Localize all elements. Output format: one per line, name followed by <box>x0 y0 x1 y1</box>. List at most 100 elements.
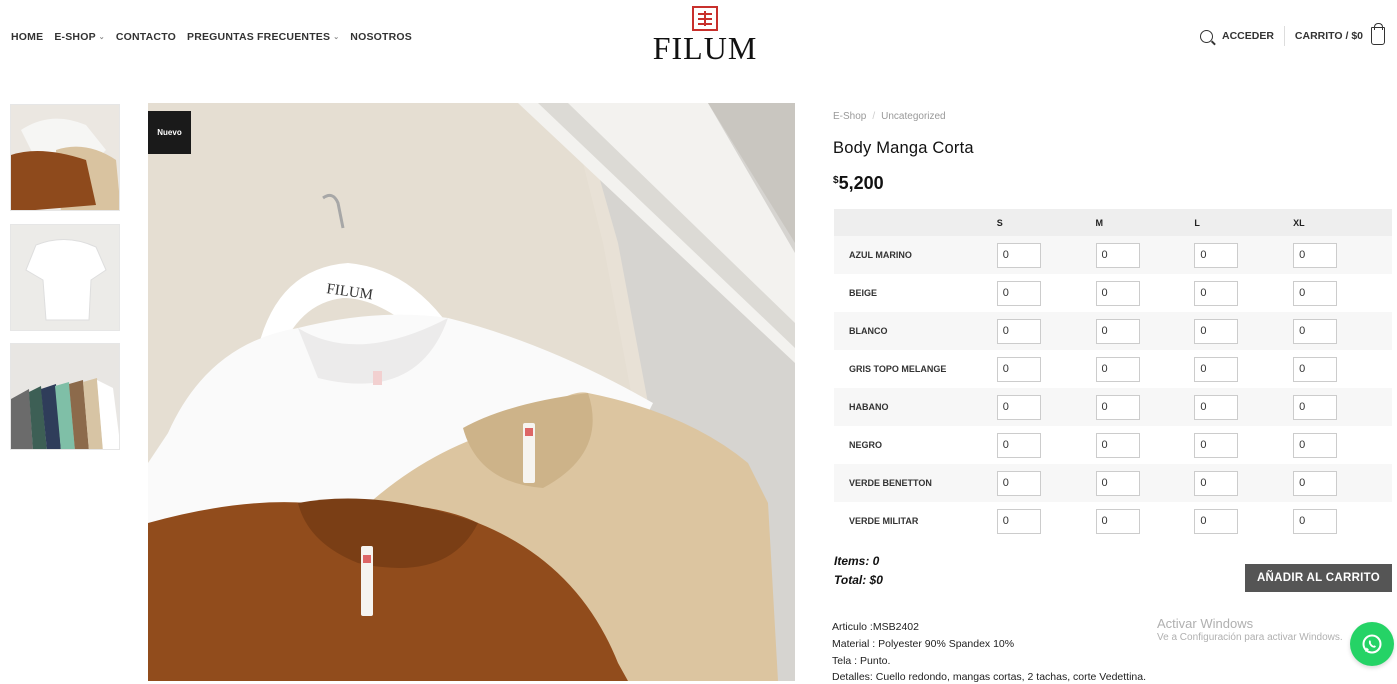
add-to-cart-button[interactable]: AÑADIR AL CARRITO <box>1245 564 1392 592</box>
qty-cell <box>996 502 1096 540</box>
detail-line: Detalles: Cuello redondo, mangas cortas,… <box>832 671 1147 684</box>
variation-row: BLANCO <box>834 312 1392 350</box>
color-label: HABANO <box>834 388 997 426</box>
nav-label: E-SHOP <box>54 31 96 43</box>
grid-header-row: S M L XL <box>834 209 1392 236</box>
qty-cell <box>1095 350 1195 388</box>
product-details: Articulo :MSB2402 Material : Polyester 9… <box>832 619 1146 684</box>
quantity-input[interactable] <box>1095 318 1140 344</box>
product-thumbnail-1[interactable] <box>10 104 120 211</box>
windows-activation-watermark: Activar Windows Ve a Configuración para … <box>1157 616 1343 643</box>
quantity-input[interactable] <box>1095 242 1140 268</box>
quantity-input[interactable] <box>1095 280 1140 306</box>
qty-cell <box>1194 388 1294 426</box>
qty-cell <box>1293 350 1392 388</box>
product-thumbnail-3[interactable] <box>10 343 120 450</box>
quantity-input[interactable] <box>1194 470 1239 496</box>
quantity-input[interactable] <box>1194 318 1239 344</box>
qty-cell <box>1194 426 1294 464</box>
quantity-input[interactable] <box>1194 356 1239 382</box>
nav-label: NOSOTROS <box>350 31 412 43</box>
quantity-input[interactable] <box>996 356 1041 382</box>
qty-cell <box>1095 464 1195 502</box>
quantity-input[interactable] <box>1095 432 1140 458</box>
quantity-input[interactable] <box>1095 470 1140 496</box>
color-label: VERDE BENETTON <box>834 464 997 502</box>
breadcrumb: E-Shop / Uncategorized <box>833 111 946 122</box>
size-header: L <box>1194 209 1294 236</box>
quantity-input[interactable] <box>996 318 1041 344</box>
qty-cell <box>996 426 1096 464</box>
variation-row: GRIS TOPO MELANGE <box>834 350 1392 388</box>
quantity-input[interactable] <box>996 394 1041 420</box>
product-main-image[interactable]: FILUM <box>148 103 795 681</box>
qty-cell <box>1095 502 1195 540</box>
logo-text: FILUM <box>652 30 758 66</box>
quantity-input[interactable] <box>1293 318 1338 344</box>
qty-cell <box>1194 464 1294 502</box>
quantity-input[interactable] <box>1293 356 1338 382</box>
quantity-input[interactable] <box>1293 508 1338 534</box>
quantity-input[interactable] <box>1194 394 1239 420</box>
variation-row: AZUL MARINO <box>834 236 1392 274</box>
qty-cell <box>1194 312 1294 350</box>
nav-label: HOME <box>11 31 44 43</box>
qty-cell <box>1095 274 1195 312</box>
quantity-input[interactable] <box>996 470 1041 496</box>
breadcrumb-eshop[interactable]: E-Shop <box>833 111 866 122</box>
thumbnail-image <box>11 105 119 210</box>
qty-cell <box>1095 426 1195 464</box>
color-label: VERDE MILITAR <box>834 502 997 540</box>
quantity-input[interactable] <box>1095 394 1140 420</box>
color-label: BEIGE <box>834 274 997 312</box>
currency-symbol: $ <box>833 175 839 186</box>
qty-cell <box>1095 388 1195 426</box>
qty-cell <box>996 388 1096 426</box>
chevron-down-icon: ⌄ <box>333 34 340 41</box>
search-icon[interactable] <box>1200 29 1213 43</box>
product-thumbnail-2[interactable] <box>10 224 120 331</box>
shopping-bag-icon[interactable] <box>1371 23 1385 45</box>
qty-cell <box>996 236 1096 274</box>
quantity-input[interactable] <box>1293 394 1338 420</box>
variation-row: HABANO <box>834 388 1392 426</box>
quantity-input[interactable] <box>1095 356 1140 382</box>
grid-body: AZUL MARINOBEIGEBLANCOGRIS TOPO MELANGEH… <box>834 236 1392 540</box>
quantity-input[interactable] <box>1293 470 1338 496</box>
thumbnail-image <box>11 344 119 449</box>
quantity-input[interactable] <box>1194 242 1239 268</box>
quantity-input[interactable] <box>1095 508 1140 534</box>
quantity-input[interactable] <box>1293 280 1338 306</box>
nav-home[interactable]: HOME <box>11 31 43 43</box>
whatsapp-button[interactable] <box>1350 622 1394 666</box>
quantity-input[interactable] <box>1194 508 1239 534</box>
cart-link[interactable]: CARRITO / $0 <box>1295 30 1363 42</box>
quantity-input[interactable] <box>1194 280 1239 306</box>
quantity-input[interactable] <box>1194 432 1239 458</box>
qty-cell <box>1293 274 1392 312</box>
site-logo[interactable]: FILUM <box>652 6 758 65</box>
qty-cell <box>1194 502 1294 540</box>
quantity-input[interactable] <box>1293 432 1338 458</box>
qty-cell <box>1293 426 1392 464</box>
nav-nosotros[interactable]: NOSOTROS <box>350 31 412 43</box>
nav-label: CONTACTO <box>115 31 176 43</box>
quantity-input[interactable] <box>996 242 1041 268</box>
qty-cell <box>1293 502 1392 540</box>
color-label: GRIS TOPO MELANGE <box>834 350 997 388</box>
nav-eshop[interactable]: E-SHOP ⌄ <box>54 31 105 43</box>
nav-preguntas-frecuentes[interactable]: PREGUNTAS FRECUENTES ⌄ <box>187 31 339 43</box>
detail-line: Tela : Punto. <box>832 654 891 667</box>
nav-contacto[interactable]: CONTACTO <box>116 31 176 43</box>
quantity-input[interactable] <box>1293 242 1338 268</box>
breadcrumb-uncategorized[interactable]: Uncategorized <box>881 111 945 122</box>
main-nav: HOME E-SHOP ⌄ CONTACTO PREGUNTAS FRECUENT… <box>11 31 423 43</box>
login-link[interactable]: ACCEDER <box>1222 30 1274 42</box>
quantity-input[interactable] <box>996 508 1041 534</box>
header-divider <box>1283 26 1285 46</box>
quantity-input[interactable] <box>996 280 1041 306</box>
new-badge: Nuevo <box>148 111 191 154</box>
quantity-input[interactable] <box>996 432 1041 458</box>
breadcrumb-separator: / <box>872 111 876 122</box>
variation-row: BEIGE <box>834 274 1392 312</box>
